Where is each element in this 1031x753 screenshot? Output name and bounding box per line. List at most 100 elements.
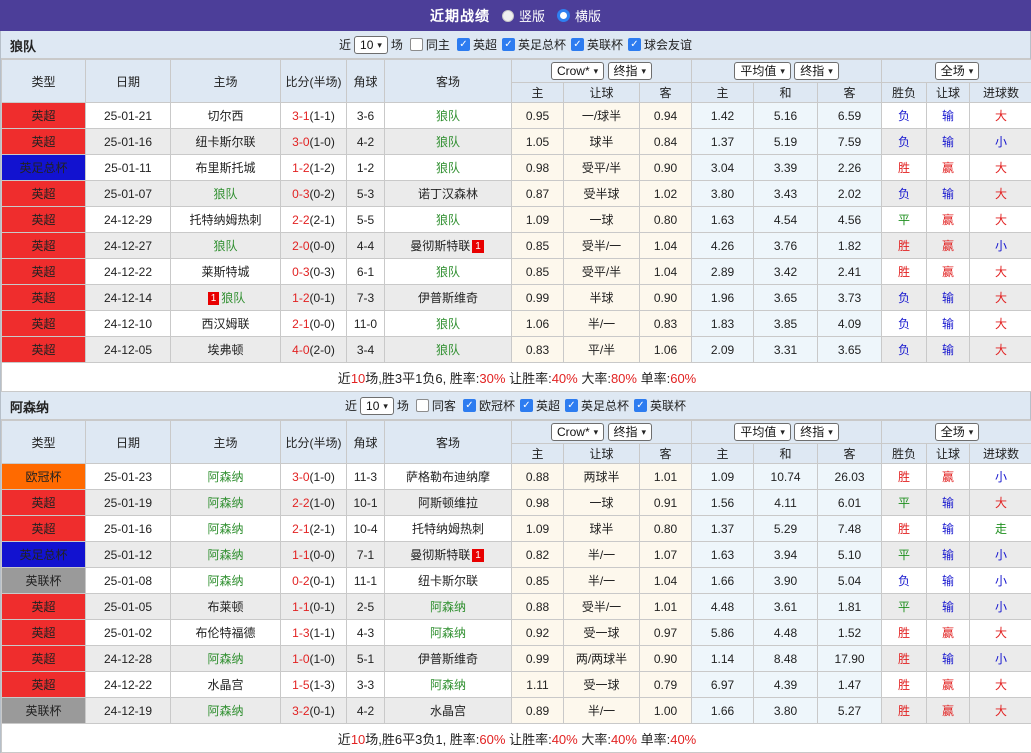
odds-value: 1.02 [654, 187, 677, 201]
final-average-select[interactable]: 终指▾ [794, 62, 839, 80]
average-odds-value: 1.37 [711, 135, 734, 149]
home-team-name: 阿森纳 [207, 522, 243, 536]
average-odds-cell: 3.39 [754, 155, 818, 181]
home-team: 阿森纳 [171, 516, 281, 542]
date-value: 24-12-14 [104, 291, 152, 305]
vertical-layout-radio[interactable]: 竖版 [502, 6, 545, 25]
bookmaker-select-value: Crow* [557, 425, 590, 439]
checkbox-icon[interactable]: ✓ [634, 399, 647, 412]
col-avg-home: 主 [692, 83, 754, 103]
handicap-result-cell: 赢 [927, 672, 970, 698]
checkbox-icon[interactable]: ✓ [463, 399, 476, 412]
match-date: 24-12-22 [86, 672, 171, 698]
average-select[interactable]: 平均值▾ [734, 62, 791, 80]
average-odds-cell: 5.27 [818, 698, 882, 724]
odds-value: 1.04 [654, 239, 677, 253]
competition-filter-label: 欧冠杯 [479, 397, 515, 414]
match-count-select[interactable]: 10▾ [354, 36, 388, 54]
odds-cell: 0.95 [512, 103, 564, 129]
competition-filter[interactable]: ✓英联杯 [571, 36, 623, 53]
away-team: 阿森纳 [385, 594, 512, 620]
checkbox-icon[interactable]: ✓ [628, 38, 641, 51]
goals-result-cell: 大 [970, 311, 1031, 337]
handicap-result-cell-value: 输 [942, 574, 954, 588]
competition-filter[interactable]: ✓英足总杯 [502, 36, 566, 53]
same-venue-filter[interactable]: 同客 [416, 397, 456, 414]
match-count-select[interactable]: 10▾ [360, 397, 394, 415]
odds-value: 平/半 [588, 343, 615, 357]
checkbox-icon[interactable]: ✓ [520, 399, 533, 412]
competition-badge: 英超 [2, 285, 86, 311]
radio-icon[interactable] [502, 10, 514, 22]
competition-filter[interactable]: ✓英超 [457, 36, 497, 53]
checkbox-icon[interactable] [416, 399, 429, 412]
average-odds-value: 7.59 [838, 135, 861, 149]
average-odds-value: 3.04 [711, 161, 734, 175]
col-corner: 角球 [347, 421, 385, 464]
average-odds-group: 平均值▾ 终指▾ [692, 421, 882, 444]
fulltime-score: 2-2 [292, 496, 309, 510]
result-cell-value: 胜 [898, 704, 910, 718]
fulltime-score: 2-1 [292, 317, 309, 331]
odds-value: 0.87 [526, 187, 549, 201]
checkbox-icon[interactable] [410, 38, 423, 51]
away-team-name: 阿森纳 [430, 600, 466, 614]
red-card-badge: 1 [208, 292, 220, 305]
checkbox-icon[interactable]: ✓ [457, 38, 470, 51]
halftime-score: (1-1) [310, 626, 335, 640]
odds-value: 1.09 [526, 213, 549, 227]
match-row: 英联杯24-12-19阿森纳3-2(0-1)4-2水晶宫0.89半/一1.001… [2, 698, 1031, 724]
competition-filter[interactable]: ✓英超 [520, 397, 560, 414]
fulltime-select[interactable]: 全场▾ [935, 62, 980, 80]
odds-value: 0.82 [526, 548, 549, 562]
checkbox-icon[interactable]: ✓ [502, 38, 515, 51]
odds-cell: 一球 [564, 490, 640, 516]
same-venue-filter[interactable]: 同主 [410, 36, 450, 53]
home-team: 纽卡斯尔联 [171, 129, 281, 155]
radio-icon[interactable] [557, 9, 570, 22]
bookmaker-select[interactable]: Crow*▾ [551, 423, 604, 441]
odds-value: 受半/一 [582, 600, 621, 614]
checkbox-icon[interactable]: ✓ [571, 38, 584, 51]
result-cell-value: 平 [898, 600, 910, 614]
result-cell: 平 [882, 594, 927, 620]
goals-result-cell: 大 [970, 490, 1031, 516]
checkbox-icon[interactable]: ✓ [565, 399, 578, 412]
goals-result-cell: 走 [970, 516, 1031, 542]
competition-badge: 英超 [2, 233, 86, 259]
competition-filter[interactable]: ✓英足总杯 [565, 397, 629, 414]
competition-filter[interactable]: ✓球会友谊 [628, 36, 692, 53]
home-team: 阿森纳 [171, 698, 281, 724]
goals-result-cell-value: 大 [995, 317, 1007, 331]
home-team: 阿森纳 [171, 464, 281, 490]
match-date: 24-12-14 [86, 285, 171, 311]
average-odds-value: 4.54 [774, 213, 797, 227]
final-average-select[interactable]: 终指▾ [794, 423, 839, 441]
corner-cell: 10-4 [347, 516, 385, 542]
odds-value: 0.88 [526, 470, 549, 484]
average-odds-value: 5.29 [774, 522, 797, 536]
competition-name: 英足总杯 [19, 161, 67, 175]
summary-text: 近10场,胜6平3负1, 胜率:60% 让胜率:40% 大率:40% 单率:40… [2, 724, 1031, 753]
handicap-result-cell: 赢 [927, 259, 970, 285]
final-odds-select[interactable]: 终指▾ [608, 62, 653, 80]
odds-value: 0.80 [654, 522, 677, 536]
average-select[interactable]: 平均值▾ [734, 423, 791, 441]
goals-result-cell: 大 [970, 207, 1031, 233]
col-odds-away: 客 [640, 83, 692, 103]
competition-filter[interactable]: ✓欧冠杯 [463, 397, 515, 414]
final-odds-select[interactable]: 终指▾ [608, 423, 653, 441]
goals-result-cell-value: 走 [995, 522, 1007, 536]
competition-filter[interactable]: ✓英联杯 [634, 397, 686, 414]
fulltime-select[interactable]: 全场▾ [935, 423, 980, 441]
corner-cell: 3-4 [347, 337, 385, 363]
horizontal-layout-radio[interactable]: 横版 [557, 6, 601, 25]
goals-result-cell: 小 [970, 594, 1031, 620]
competition-filter-label: 英联杯 [650, 397, 686, 414]
handicap-result-cell: 输 [927, 568, 970, 594]
score-cell: 0-3(0-3) [281, 259, 347, 285]
odds-value: 受半/一 [582, 239, 621, 253]
team-section: 阿森纳 近 10▾ 场 同客 ✓欧冠杯✓英超✓英足总杯✓英联杯 [0, 392, 1031, 753]
average-odds-cell: 1.96 [692, 285, 754, 311]
bookmaker-select[interactable]: Crow*▾ [551, 62, 604, 80]
